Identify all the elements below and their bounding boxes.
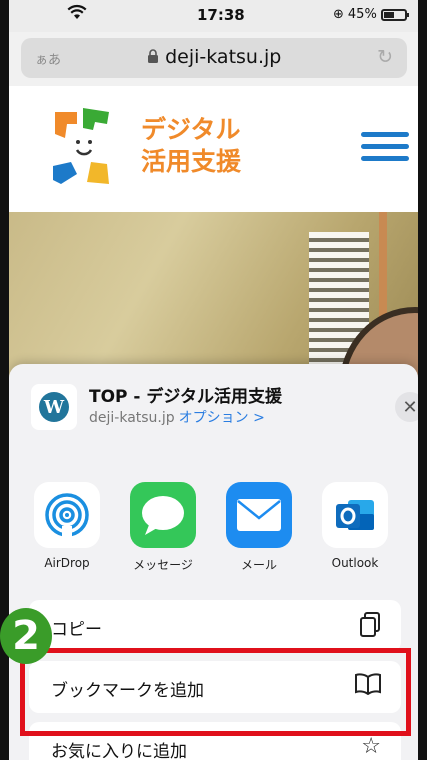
- battery-icon: [380, 8, 409, 21]
- address-bar[interactable]: ぁあ deji-katsu.jp ↻: [21, 38, 407, 78]
- copy-icon: [359, 612, 381, 644]
- reload-icon[interactable]: ↻: [377, 46, 393, 68]
- share-app-outlook[interactable]: Outlook: [319, 482, 391, 570]
- menu-hamburger-icon[interactable]: [361, 132, 409, 168]
- logo-line-2: 活用支援: [141, 147, 242, 176]
- share-app-airdrop[interactable]: AirDrop: [31, 482, 103, 570]
- phone-screen: 17:38 ⊕ 45% ぁあ deji-katsu.jp ↻ デジタル 活用支援: [9, 0, 418, 760]
- annotation-step-badge: 2: [0, 608, 52, 664]
- app-label: Outlook: [331, 556, 379, 570]
- share-page-title: TOP - デジタル活用支援: [89, 387, 283, 407]
- mail-icon: [226, 482, 292, 548]
- share-app-messages[interactable]: メッセージ: [127, 482, 199, 573]
- airdrop-icon: [34, 482, 100, 548]
- url-display[interactable]: deji-katsu.jp: [21, 46, 407, 68]
- copy-action[interactable]: コピー: [29, 600, 401, 652]
- url-text: deji-katsu.jp: [165, 46, 282, 68]
- battery-indicator: ⊕ 45%: [333, 7, 409, 22]
- orientation-lock-icon: ⊕: [333, 7, 344, 22]
- logo-line-1: デジタル: [141, 115, 241, 144]
- share-sheet-header: W TOP - デジタル活用支援 deji-katsu.jp オプション > ✕: [29, 380, 418, 430]
- share-page-subtitle: deji-katsu.jp オプション >: [89, 407, 265, 427]
- wifi-icon: [67, 4, 87, 24]
- wordpress-icon: W: [31, 384, 77, 430]
- close-button[interactable]: ✕: [395, 392, 418, 422]
- action-label: お気に入りに追加: [51, 742, 187, 760]
- annotation-highlight-box: [20, 648, 411, 736]
- outlook-icon: [322, 482, 388, 548]
- battery-percent: 45%: [347, 7, 377, 22]
- share-app-mail[interactable]: メール: [223, 482, 295, 573]
- share-app-more[interactable]: [415, 482, 418, 548]
- action-label: コピー: [51, 620, 102, 640]
- status-time: 17:38: [197, 6, 245, 24]
- app-label: メッセージ: [133, 558, 193, 572]
- status-bar: 17:38 ⊕ 45%: [9, 0, 418, 32]
- app-label: メール: [240, 558, 277, 572]
- lock-icon: [147, 49, 163, 67]
- options-link[interactable]: オプション >: [179, 410, 265, 426]
- star-icon: ☆: [361, 734, 381, 759]
- logo-hands-icon: [53, 108, 109, 184]
- app-label: AirDrop: [44, 556, 90, 570]
- site-logo-text[interactable]: デジタル 活用支援: [141, 114, 241, 178]
- messages-icon: [130, 482, 196, 548]
- share-page-domain: deji-katsu.jp: [89, 410, 175, 426]
- share-app-row: AirDrop メッセージ メール Outlook: [31, 482, 418, 578]
- hero-photo: [9, 212, 418, 382]
- site-header: デジタル 活用支援: [9, 86, 418, 213]
